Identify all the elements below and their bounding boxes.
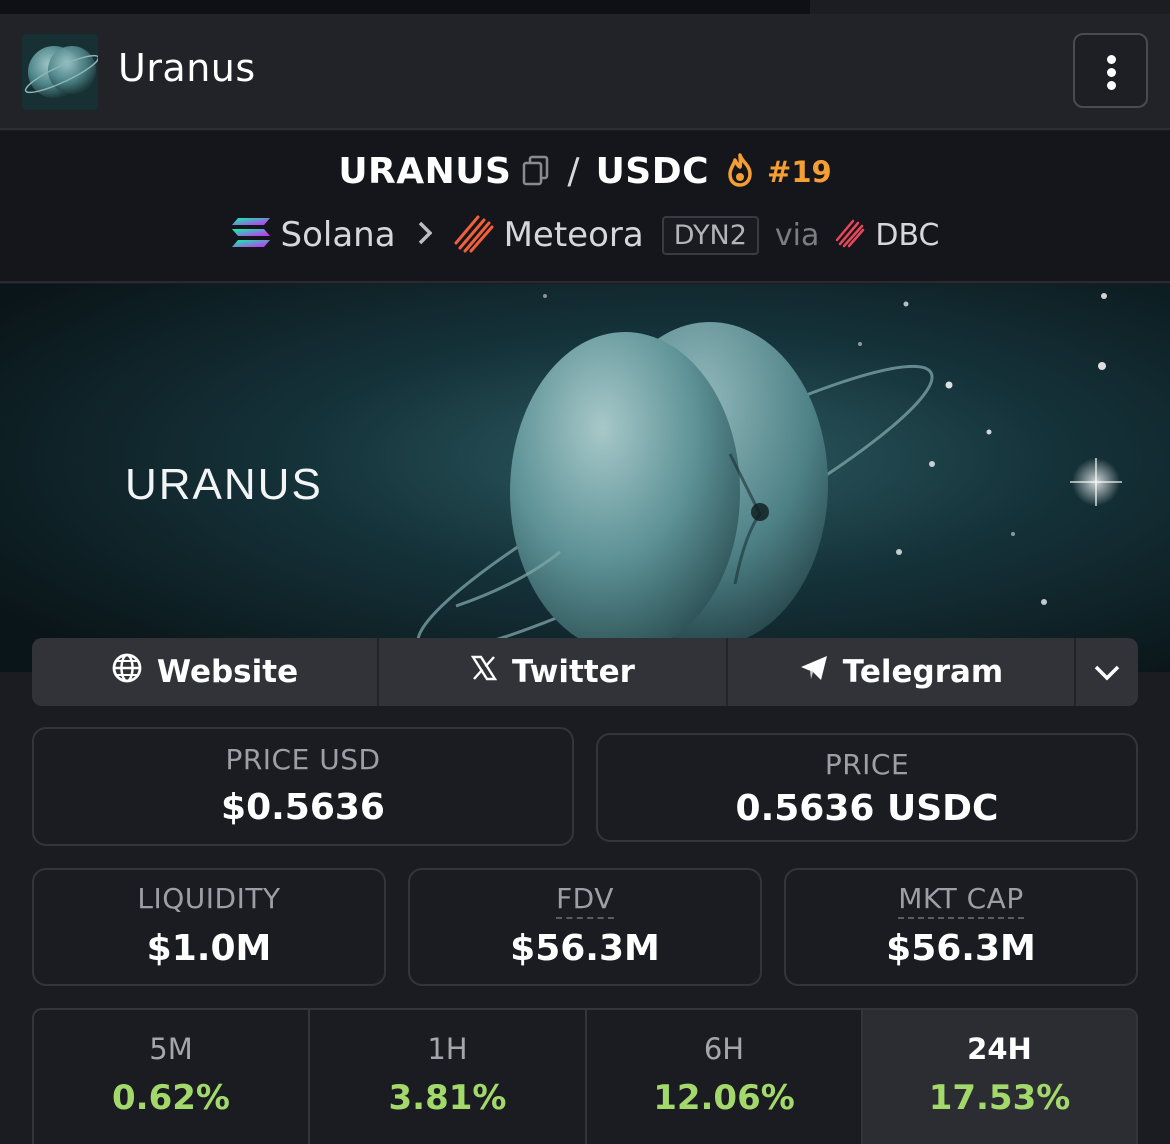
- price-quote-label: PRICE: [824, 748, 910, 781]
- market-cap-value: $56.3M: [886, 928, 1036, 969]
- tab-label: 6H: [703, 1032, 745, 1066]
- dex-name[interactable]: Meteora: [504, 215, 644, 255]
- tab-5m[interactable]: 5M 0.62%: [34, 1010, 310, 1144]
- fdv-label[interactable]: FDV: [556, 882, 614, 919]
- twitter-label: Twitter: [512, 654, 635, 690]
- pair-separator: /: [567, 151, 580, 192]
- meteora-icon: [454, 213, 494, 257]
- liquidity-value: $1.0M: [146, 928, 272, 969]
- price-usd-value: $0.5636: [221, 787, 385, 828]
- launchpad-name[interactable]: DBC: [875, 218, 939, 253]
- x-logo-icon: [470, 654, 498, 690]
- trending-rank[interactable]: #19: [767, 155, 832, 189]
- price-change-value: 12.06%: [653, 1078, 795, 1118]
- tab-24h[interactable]: 24H 17.53%: [863, 1010, 1136, 1144]
- pair-info-bar: URANUS / USDC #19 Solana Meteora DYN2 vi…: [0, 131, 1170, 283]
- banner-title: URANUS: [125, 460, 323, 509]
- liquidity-label: LIQUIDITY: [137, 882, 281, 915]
- more-menu-button[interactable]: [1073, 33, 1148, 108]
- twitter-link[interactable]: Twitter: [379, 638, 728, 706]
- solana-icon: [231, 216, 271, 254]
- token-avatar: [22, 34, 98, 110]
- globe-icon: [111, 652, 143, 692]
- timeframe-tabs: 5M 0.62% 1H 3.81% 6H 12.06% 24H 17.53%: [32, 1008, 1138, 1144]
- tab-1h[interactable]: 1H 3.81%: [310, 1010, 587, 1144]
- social-links-bar: Website Twitter Telegram: [32, 638, 1138, 706]
- tab-label: 5M: [149, 1032, 193, 1066]
- website-link[interactable]: Website: [32, 638, 379, 706]
- flame-icon: [725, 152, 755, 191]
- chevron-right-icon: [418, 218, 433, 253]
- price-change-value: 17.53%: [928, 1078, 1071, 1118]
- uranus-avatar-image: [22, 34, 98, 110]
- liquidity-card: LIQUIDITY $1.0M: [32, 868, 386, 986]
- website-label: Website: [156, 654, 299, 690]
- page-title: Uranus: [118, 46, 256, 90]
- dbc-icon: [835, 218, 865, 252]
- price-change-value: 3.81%: [388, 1078, 507, 1118]
- chain-name[interactable]: Solana: [281, 215, 396, 255]
- tab-label: 24H: [967, 1032, 1032, 1066]
- dex-version-badge: DYN2: [661, 215, 759, 255]
- expand-links-button[interactable]: [1076, 638, 1138, 706]
- price-quote-value: 0.5636 USDC: [735, 788, 999, 829]
- send-icon: [799, 654, 829, 690]
- telegram-label: Telegram: [842, 654, 1004, 690]
- chevron-down-icon: [1093, 654, 1121, 690]
- price-usd-card: PRICE USD $0.5636: [32, 727, 574, 846]
- price-usd-label: PRICE USD: [225, 743, 381, 776]
- tab-6h[interactable]: 6H 12.06%: [587, 1010, 863, 1144]
- base-token-symbol: URANUS: [338, 151, 512, 192]
- copy-icon[interactable]: [521, 154, 551, 190]
- market-cap-label[interactable]: MKT CAP: [898, 882, 1024, 919]
- app-header: Uranus: [0, 14, 1170, 130]
- token-banner: URANUS: [0, 284, 1170, 672]
- fdv-value: $56.3M: [510, 928, 660, 969]
- price-quote-card: PRICE 0.5636 USDC: [596, 733, 1138, 842]
- telegram-link[interactable]: Telegram: [728, 638, 1076, 706]
- market-cap-card[interactable]: MKT CAP $56.3M: [784, 868, 1138, 986]
- tab-label: 1H: [427, 1032, 468, 1066]
- price-change-value: 0.62%: [112, 1078, 230, 1118]
- top-strip-segment: [810, 0, 1170, 14]
- top-status-strip: [0, 0, 1170, 14]
- quote-token-symbol: USDC: [595, 151, 710, 192]
- via-label: via: [774, 217, 820, 253]
- fdv-card[interactable]: FDV $56.3M: [408, 868, 762, 986]
